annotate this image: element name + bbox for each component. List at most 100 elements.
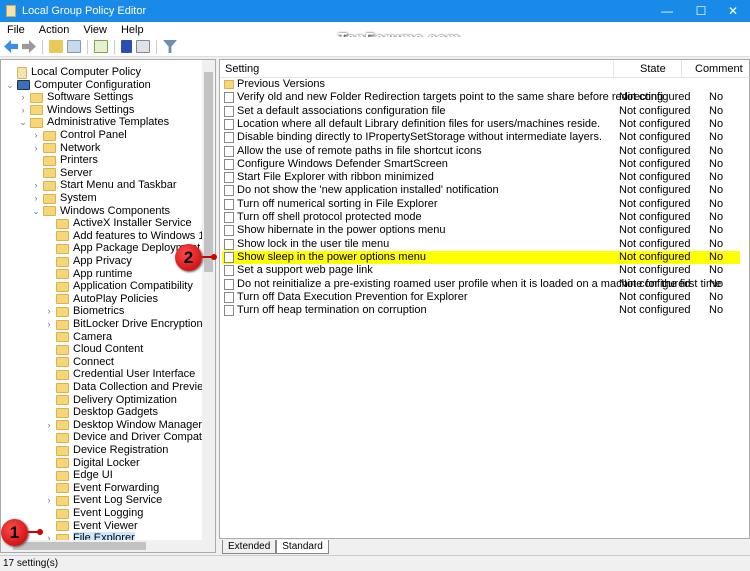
list-row[interactable]: Turn off Data Execution Prevention for E… <box>222 291 740 304</box>
list-row[interactable]: Location where all default Library defin… <box>222 118 740 131</box>
setting-comment: No <box>709 184 724 197</box>
tree-item[interactable]: App Privacy <box>44 255 132 268</box>
chevron-right-icon[interactable]: › <box>31 179 41 192</box>
setting-name: Set a support web page link <box>237 264 373 277</box>
tree-item[interactable]: Server <box>31 167 92 180</box>
tree-item[interactable]: › Start Menu and Taskbar <box>31 179 177 192</box>
chevron-down-icon[interactable]: ⌄ <box>18 116 28 129</box>
list-row[interactable]: Show lock in the user tile menu Not confi… <box>222 238 740 251</box>
tree-item[interactable]: ⌄ Administrative Templates <box>18 116 169 129</box>
menu-action[interactable]: Action <box>32 24 77 36</box>
chevron-right-icon[interactable]: › <box>31 192 41 205</box>
up-folder-icon[interactable] <box>49 40 63 53</box>
list-row[interactable]: Set a support web page link Not configure… <box>222 264 740 277</box>
setting-name: Set a default associations configuration… <box>237 104 446 117</box>
column-comment[interactable]: Comment <box>695 63 743 75</box>
tree-item[interactable]: › System <box>31 192 97 205</box>
tree-item[interactable]: App runtime <box>44 268 132 281</box>
tab-extended[interactable]: Extended <box>222 540 277 554</box>
chevron-right-icon[interactable]: › <box>31 142 41 155</box>
chevron-right-icon[interactable]: › <box>18 91 28 104</box>
column-setting[interactable]: Setting <box>225 63 259 75</box>
toolbar <box>0 37 750 57</box>
chevron-right-icon[interactable]: › <box>44 305 54 318</box>
maximize-button[interactable]: ☐ <box>684 0 718 22</box>
tree-item[interactable]: › Desktop Window Manager <box>44 419 203 432</box>
scrollbar-thumb[interactable] <box>13 542 146 550</box>
scrollbar-thumb[interactable] <box>204 72 213 272</box>
tree-item[interactable]: Device Registration <box>44 444 168 457</box>
filter-icon[interactable] <box>163 40 177 53</box>
tree-item[interactable]: › Control Panel <box>31 129 127 142</box>
list-row[interactable]: Turn off shell protocol protected mode No… <box>222 211 740 224</box>
tree-item[interactable]: › Windows Settings <box>18 103 135 117</box>
tree-item[interactable]: Digital Locker <box>44 457 140 470</box>
list-row[interactable]: Turn off heap termination on corruption N… <box>222 304 740 317</box>
close-button[interactable]: ✕ <box>716 0 750 22</box>
list-row[interactable]: Do not show the 'new application install… <box>222 184 740 197</box>
tree-item[interactable]: Printers <box>31 154 98 167</box>
tree-item[interactable]: Event Forwarding <box>44 482 159 495</box>
tree-item[interactable]: AutoPlay Policies <box>44 293 158 306</box>
list-row[interactable]: Start File Explorer with ribbon minimize… <box>222 171 740 184</box>
list-row[interactable]: Do not reinitialize a pre-existing roame… <box>222 278 740 291</box>
list-row[interactable]: Disable binding directly to IPropertySet… <box>222 131 740 144</box>
list-row[interactable]: Previous Versions <box>222 78 740 91</box>
list-row[interactable]: Allow the use of remote paths in file sh… <box>222 145 740 158</box>
tree-item[interactable]: Desktop Gadgets <box>44 406 158 419</box>
column-state[interactable]: State <box>640 63 666 75</box>
menu-view[interactable]: View <box>76 24 114 36</box>
tree-item-label: Windows Settings <box>47 103 135 116</box>
properties-icon[interactable] <box>136 40 150 53</box>
tree-vertical-scrollbar[interactable] <box>202 60 215 541</box>
chevron-down-icon[interactable]: ⌄ <box>5 79 15 92</box>
tree-item[interactable]: Device and Driver Compatibility <box>44 431 215 444</box>
menu-file[interactable]: File <box>0 24 32 36</box>
chevron-right-icon[interactable]: › <box>44 419 54 432</box>
tree-item[interactable]: Event Viewer <box>44 520 138 533</box>
tree-item[interactable]: Event Logging <box>44 507 143 520</box>
tree-item[interactable]: Cloud Content <box>44 343 143 356</box>
chevron-down-icon[interactable]: ⌄ <box>31 205 41 218</box>
chevron-right-icon[interactable]: › <box>31 129 41 142</box>
tree-item[interactable]: Local Computer Policy <box>5 66 141 79</box>
show-hide-tree-icon[interactable] <box>67 40 81 53</box>
tree-item[interactable]: Edge UI <box>44 469 113 482</box>
tree-item[interactable]: ⌄ Windows Components <box>31 205 170 218</box>
tree-item[interactable]: Add features to Windows 10 <box>44 230 211 243</box>
tree-item[interactable]: Credential User Interface <box>44 368 195 381</box>
list-row[interactable]: Configure Windows Defender SmartScreen No… <box>222 158 740 171</box>
setting-state: Not configured <box>619 91 691 104</box>
tree-item[interactable]: Application Compatibility <box>44 280 193 293</box>
list-row[interactable]: Show sleep in the power options menu Not … <box>222 250 740 264</box>
tree-item[interactable]: › Event Log Service <box>44 494 163 507</box>
tree-item[interactable]: › Software Settings <box>18 91 134 104</box>
menu-help[interactable]: Help <box>114 24 151 36</box>
tree-item[interactable]: Delivery Optimization <box>44 394 177 407</box>
list-row[interactable]: Set a default associations configuration… <box>222 105 740 118</box>
tree-item[interactable]: › Biometrics <box>44 305 125 318</box>
tree-item[interactable]: › Network <box>31 142 101 155</box>
list-row[interactable]: Show hibernate in the power options menu… <box>222 224 740 237</box>
list-row[interactable]: Turn off numerical sorting in File Explo… <box>222 198 740 211</box>
tree-item[interactable]: › BitLocker Drive Encryption <box>44 318 203 331</box>
forward-icon[interactable] <box>22 40 36 53</box>
back-icon[interactable] <box>4 40 18 53</box>
chevron-right-icon[interactable]: › <box>18 104 28 117</box>
tree-item[interactable]: Connect <box>44 356 114 369</box>
setting-name: Disable binding directly to IPropertySet… <box>237 131 603 144</box>
minimize-button[interactable]: — <box>650 0 684 22</box>
export-list-icon[interactable] <box>94 40 108 53</box>
tab-standard[interactable]: Standard <box>276 540 329 554</box>
chevron-right-icon[interactable]: › <box>44 318 54 331</box>
tree-item[interactable]: Data Collection and Preview Builds <box>44 381 215 394</box>
tree-item[interactable]: ActiveX Installer Service <box>44 217 192 230</box>
help-icon[interactable] <box>121 40 132 53</box>
list-row[interactable]: Verify old and new Folder Redirection ta… <box>222 91 740 104</box>
chevron-right-icon[interactable]: › <box>44 494 54 507</box>
setting-comment: No <box>709 264 724 277</box>
tree-item[interactable]: ⌄ Computer Configuration <box>5 79 151 92</box>
setting-comment: No <box>709 304 724 317</box>
tree-horizontal-scrollbar[interactable] <box>1 540 215 552</box>
tree-item[interactable]: Camera <box>44 331 112 344</box>
